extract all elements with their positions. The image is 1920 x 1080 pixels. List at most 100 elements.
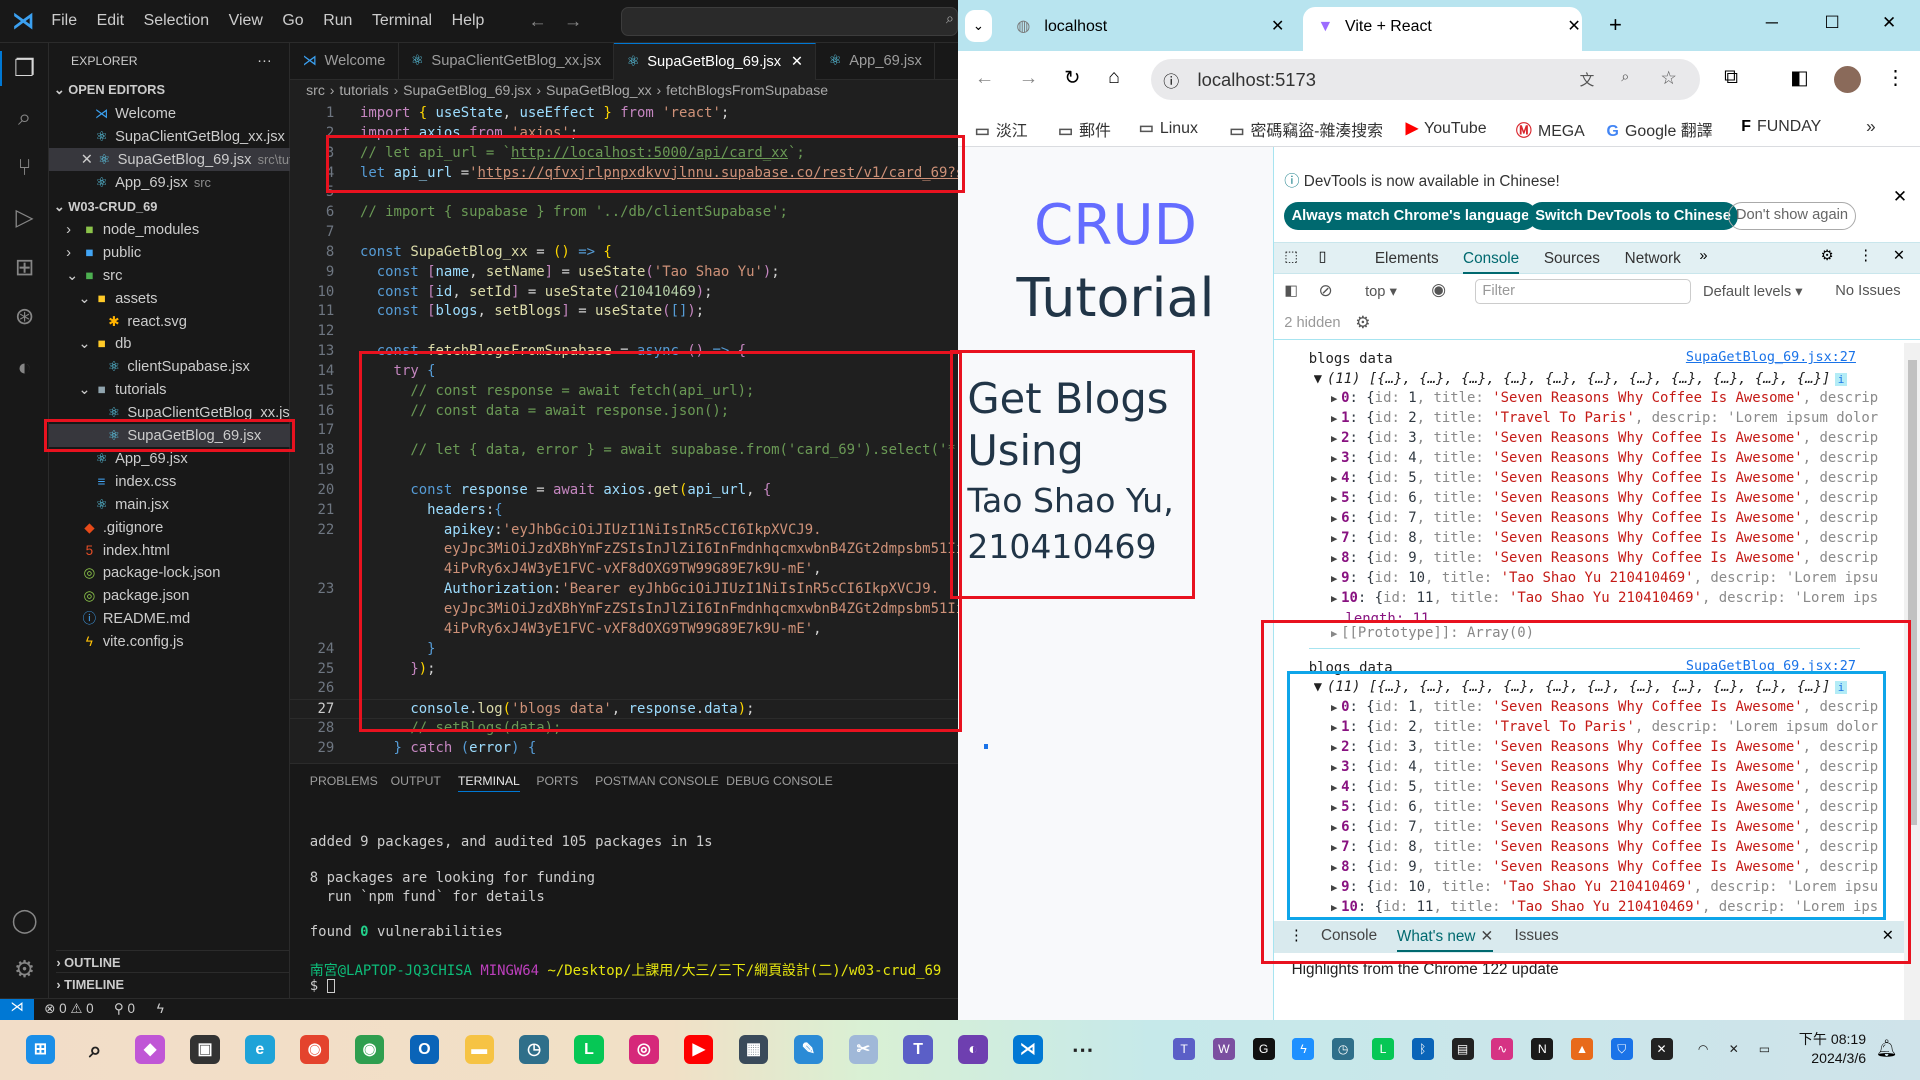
site-info-icon[interactable]: ⓘ (1163, 69, 1179, 92)
close-tab-icon[interactable]: ✕ (1567, 7, 1580, 46)
new-tab-button[interactable]: + (1609, 12, 1622, 38)
close-tab-icon[interactable]: ✕ (1271, 10, 1284, 44)
menu-file[interactable]: File (51, 12, 77, 30)
taskbar-vscode-icon[interactable]: ⋊ (1013, 1034, 1043, 1065)
always-match-language-button[interactable]: Always match Chrome's language (1284, 202, 1537, 231)
tree-item[interactable]: ⌄ ■ tutorials (49, 378, 290, 401)
lightning-icon[interactable]: ϟ (157, 1001, 164, 1016)
panel-tab-postman-console[interactable]: POSTMAN CONSOLE (595, 774, 719, 788)
log-source-link[interactable]: SupaGetBlog_69.jsx:27 (1686, 350, 1856, 365)
extensions-icon[interactable]: ⊞ (10, 253, 39, 282)
run-debug-icon[interactable]: ▷ (10, 203, 39, 232)
inspect-element-icon[interactable]: ⬚ (1284, 248, 1298, 265)
devtools-tab-network[interactable]: Network (1625, 250, 1681, 268)
bookmark-star-icon[interactable]: ☆ (1660, 67, 1676, 89)
tray-icon[interactable]: ✕ (1650, 1038, 1673, 1061)
clock[interactable]: 下午 08:19 2024/3/6 (1790, 1030, 1866, 1069)
home-button[interactable]: ⌂ (1108, 66, 1120, 89)
taskbar-edge-icon[interactable]: e (245, 1034, 275, 1065)
tab-supagetblog-69-jsx[interactable]: ⚛ SupaGetBlog_69.jsx ✕ (614, 42, 817, 80)
taskbar-start-menu-icon[interactable]: ⊞ (25, 1034, 56, 1065)
taskbar-chrome-profile-icon[interactable]: ◉ (354, 1034, 385, 1065)
more-tabs-icon[interactable]: » (1699, 248, 1707, 264)
volume-muted-icon[interactable]: ✕ (1723, 1038, 1745, 1060)
battery-icon[interactable]: ▭ (1753, 1038, 1775, 1060)
tray-icon[interactable]: T (1173, 1038, 1196, 1061)
tree-item[interactable]: › ■ node_modules (49, 218, 290, 241)
close-drawer-icon[interactable]: ✕ (1882, 927, 1894, 944)
drawer-tab-issues[interactable]: Issues (1514, 927, 1558, 945)
console-array-row[interactable]: ▶ 10: {id: 11, title: 'Tao Shao Yu 210410… (1331, 589, 1904, 609)
wifi-icon[interactable]: ◠ (1692, 1038, 1714, 1060)
console-array-row[interactable]: ▶ 2: {id: 3, title: 'Seven Reasons Why Co… (1331, 429, 1904, 449)
tray-icon[interactable]: ᛒ (1411, 1038, 1434, 1061)
panel-tab-terminal[interactable]: TERMINAL (457, 774, 520, 793)
more-bookmarks-icon[interactable]: » (1866, 116, 1876, 137)
dont-show-again-button[interactable]: Don't show again (1727, 202, 1857, 231)
console-array-summary[interactable]: ▼ (11) [{…}, {…}, {…}, {…}, {…}, {…}, {…}… (1314, 370, 1904, 390)
taskbar-task-view-icon[interactable]: ▣ (190, 1034, 220, 1065)
console-array-row[interactable]: ▶ 1: {id: 2, title: 'Travel To Paris', de… (1331, 718, 1904, 738)
close-tab-icon[interactable]: ✕ (1480, 928, 1493, 945)
console-scrollbar[interactable] (1903, 342, 1920, 1020)
bookmark-item[interactable]: ▭ 密碼竊盜-雜湊搜索 (1229, 118, 1383, 141)
devtools-tab-sources[interactable]: Sources (1544, 250, 1600, 268)
bookmark-item[interactable]: Ⓜ MEGA (1516, 118, 1585, 141)
taskbar-copilot-icon[interactable]: ◆ (135, 1034, 165, 1065)
breadcrumb-item[interactable]: src (306, 82, 325, 98)
console-array-row[interactable]: ▶ 2: {id: 3, title: 'Seven Reasons Why Co… (1331, 738, 1904, 758)
more-actions-icon[interactable]: ··· (257, 50, 281, 73)
taskbar-paint-icon[interactable]: ✎ (793, 1034, 824, 1065)
back-button[interactable]: ← (975, 67, 995, 90)
console-array-row[interactable]: ▶ 6: {id: 7, title: 'Seven Reasons Why Co… (1331, 509, 1904, 529)
taskbar-youtube-music-icon[interactable]: ▶ (684, 1034, 714, 1065)
code-editor[interactable]: 1 import { useState, useEffect } from 're… (290, 102, 958, 763)
maximize-button[interactable]: ☐ (1824, 12, 1839, 33)
tree-item[interactable]: ⚛ App_69.jsx (49, 447, 290, 470)
source-control-icon[interactable]: ⑂ (10, 153, 39, 182)
tree-item[interactable]: ϟ vite.config.js (49, 630, 290, 653)
tab-search-button[interactable]: ⌄ (964, 9, 992, 42)
panel-tab-problems[interactable]: PROBLEMS (310, 774, 378, 788)
taskbar-line-icon[interactable]: L (574, 1034, 604, 1065)
extensions-icon[interactable]: ⧉ (1724, 66, 1738, 89)
tray-icon[interactable]: ◷ (1332, 1038, 1355, 1061)
close-tab-icon[interactable]: ✕ (791, 54, 803, 70)
taskbar-more-apps-icon[interactable]: ⋯ (1068, 1035, 1097, 1064)
bookmark-item[interactable]: ▭ 郵件 (1058, 118, 1111, 141)
browser-tab[interactable]: ◍ localhost ✕ (1016, 10, 1285, 44)
chrome-menu-icon[interactable]: ⋮ (1886, 66, 1906, 90)
console-array-row[interactable]: ▶ 5: {id: 6, title: 'Seven Reasons Why Co… (1331, 489, 1904, 509)
console-settings-icon[interactable]: ⚙ (1355, 312, 1370, 333)
log-levels-select[interactable]: Default levels ▾ (1703, 283, 1803, 300)
tray-icon[interactable]: G (1252, 1038, 1275, 1061)
sidebar-toggle-icon[interactable]: ◧ (1284, 282, 1298, 299)
panel-tab-debug-console[interactable]: DEBUG CONSOLE (726, 774, 833, 788)
drawer-tab-what-s-new[interactable]: What's new ✕ (1396, 927, 1494, 952)
tray-icon[interactable]: W (1212, 1038, 1235, 1061)
console-array-row[interactable]: ▶ 0: {id: 1, title: 'Seven Reasons Why Co… (1331, 389, 1904, 409)
breadcrumb-item[interactable]: fetchBlogsFromSupabase (666, 82, 828, 98)
tree-item[interactable]: ⚛ clientSupabase.jsx (49, 355, 290, 378)
tree-item[interactable]: ⌄ ■ db (49, 332, 290, 355)
menu-go[interactable]: Go (282, 12, 303, 30)
tray-icon[interactable]: L (1372, 1038, 1395, 1061)
drawer-tab-console[interactable]: Console (1321, 927, 1377, 945)
close-devtools-icon[interactable]: ✕ (1893, 247, 1905, 264)
problems-indicator[interactable]: ⊗ 0 ⚠ 0 (44, 1001, 94, 1017)
menu-help[interactable]: Help (452, 12, 485, 30)
notification-bell-icon[interactable]: 🔔︎ (1876, 1038, 1898, 1059)
console-array-row[interactable]: ▶ 9: {id: 10, title: 'Tao Shao Yu 2104104… (1331, 878, 1904, 898)
tree-item[interactable]: 5 index.html (49, 539, 290, 562)
issues-counter[interactable]: No Issues (1835, 283, 1900, 299)
breadcrumb-item[interactable]: tutorials (339, 82, 388, 98)
settings-gear-icon[interactable]: ⚙ (10, 955, 39, 984)
forward-button[interactable]: → (1019, 67, 1039, 90)
tree-item[interactable]: ⓘ README.md (49, 607, 290, 630)
console-array-row[interactable]: ▶ 5: {id: 6, title: 'Seven Reasons Why Co… (1331, 798, 1904, 818)
remote-icon[interactable]: ⋊ (0, 998, 35, 1021)
array-prototype[interactable]: ▶ [[Prototype]]: Array(0) (1331, 624, 1904, 644)
console-array-row[interactable]: ▶ 3: {id: 4, title: 'Seven Reasons Why Co… (1331, 758, 1904, 778)
console-array-row[interactable]: ▶ 0: {id: 1, title: 'Seven Reasons Why Co… (1331, 698, 1904, 718)
close-window-button[interactable]: ✕ (1882, 12, 1896, 33)
